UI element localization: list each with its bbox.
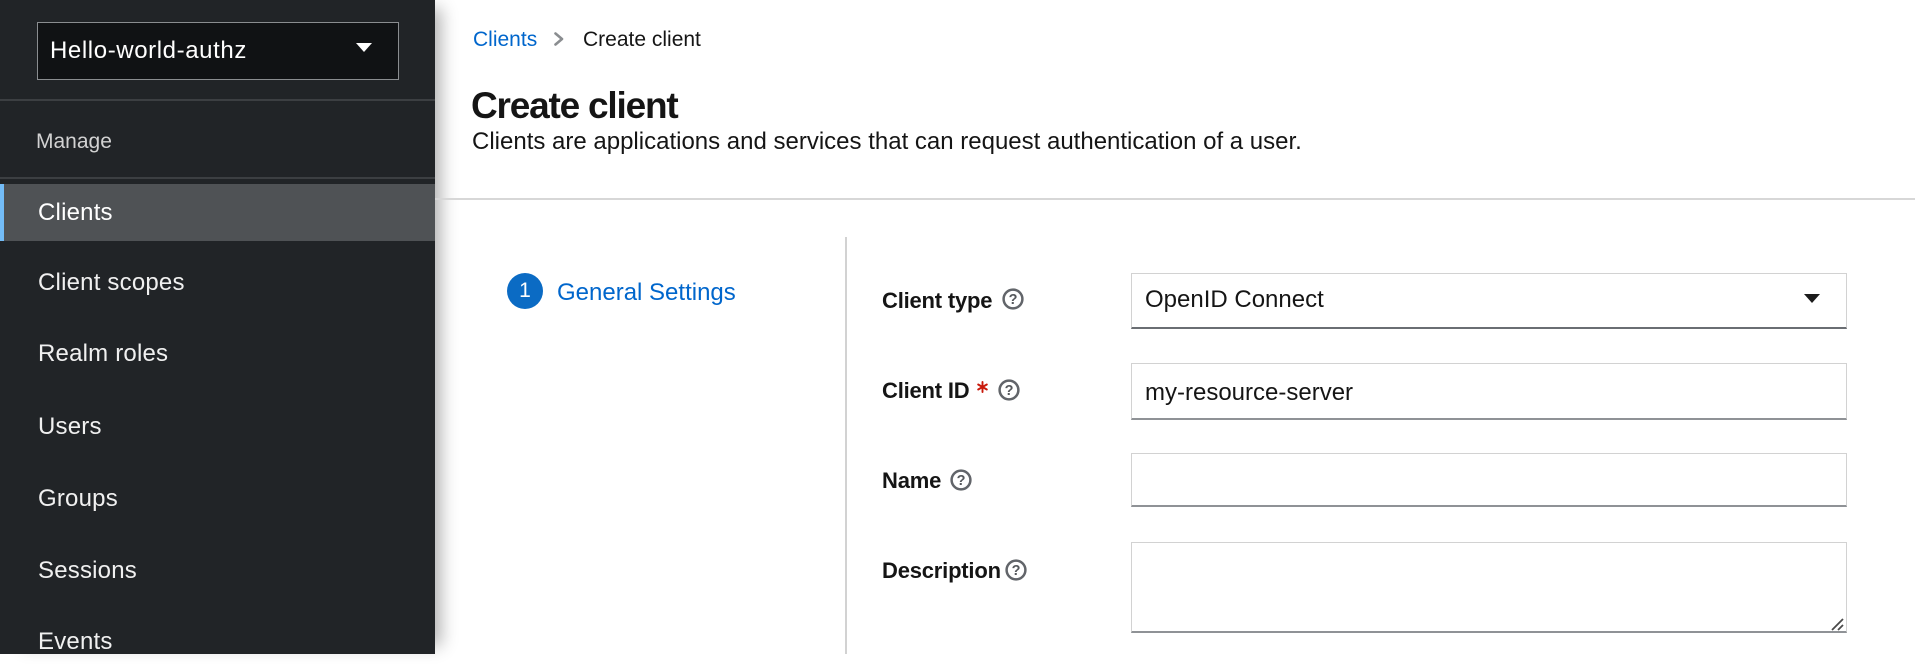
- svg-text:?: ?: [957, 473, 966, 489]
- svg-text:?: ?: [1005, 383, 1014, 399]
- svg-text:?: ?: [1012, 563, 1021, 579]
- svg-text:?: ?: [1009, 292, 1018, 308]
